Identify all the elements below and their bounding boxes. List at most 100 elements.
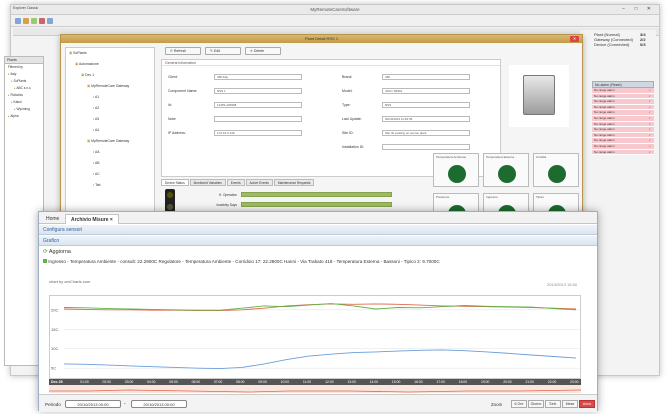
stop-icon[interactable] (39, 18, 45, 24)
x-tick-label: 01:00 (80, 379, 89, 384)
tree-item[interactable]: ▣ SoPlants (66, 48, 154, 59)
x-tick-label: 15:00 (391, 379, 401, 384)
tab-device[interactable]: Active Events (245, 179, 273, 186)
tree-item[interactable]: ▸ Wyoming (5, 106, 43, 113)
legend-swatch (43, 259, 47, 263)
x-tick-label: 12:00 (325, 379, 334, 384)
graph-section-bar[interactable]: Grafico (39, 236, 597, 246)
field-value[interactable]: ABI (382, 74, 470, 80)
gauge-title: Temperatura Ambiente (436, 155, 467, 159)
alarm-label: No range alarm (594, 121, 615, 126)
alarm-label: No range alarm (594, 104, 615, 109)
tree-item[interactable]: ▸ SoPlants (5, 78, 43, 85)
field-value[interactable] (214, 116, 302, 122)
field-value[interactable]: 30/10/2013 11:46:35 (382, 116, 470, 122)
tree-item[interactable]: • AA (66, 147, 154, 158)
tab-device[interactable]: Monitored Variables (189, 179, 226, 186)
tree-item[interactable]: • Tab (66, 180, 154, 191)
tree-item[interactable]: ▣ MyRemoteCare Gateway (66, 81, 154, 92)
field-value[interactable]: RSS 1 (214, 88, 302, 94)
tab-device[interactable]: Events (226, 179, 245, 186)
status-list: Plant (Normal) 3/4 Gateway (Connected) 2/2 D… (594, 32, 646, 47)
tree-item-label: AA (94, 150, 100, 154)
status-label: Device (Connected) (594, 42, 630, 47)
tree-item-label: Automazione (78, 62, 99, 66)
tree-item[interactable]: ▸ Italy (5, 71, 43, 78)
x-tick-label: 05:00 (169, 379, 178, 384)
refresh-icon[interactable] (31, 18, 37, 24)
tree-item[interactable]: • A2 (66, 103, 154, 114)
tree-item[interactable]: ▸ Kabul (5, 99, 43, 106)
tab-device[interactable]: Device Status (161, 179, 189, 186)
delete-label: Delete (253, 49, 265, 53)
tree-item[interactable]: ▸ ABC s.n.c. (5, 85, 43, 92)
field-value[interactable] (382, 144, 470, 150)
field-label: Brand: (342, 75, 353, 79)
menu-bar[interactable]: Explorer Classic (13, 6, 38, 10)
tree-item[interactable]: • A4 (66, 125, 154, 136)
tree-item[interactable]: ▣ Dev 1 (66, 70, 154, 81)
x-tick-label: 13:00 (347, 379, 356, 384)
zoom-button[interactable]: 6 Ore (511, 400, 527, 408)
tab-archive[interactable]: Archivio Misure × (65, 214, 119, 224)
alarms-header[interactable]: No alarm (Reset) (592, 81, 654, 88)
gauge: Temperatura Ambiente (433, 153, 479, 187)
tree-item[interactable]: ▣ MyRemoteCare Gateway (66, 136, 154, 147)
refresh-label: Refresh (173, 49, 187, 53)
tree-item[interactable]: • AC (66, 169, 154, 180)
alarm-row[interactable]: No range alarm ✓ (592, 149, 654, 156)
alarm-label: No range alarm (594, 127, 615, 132)
tree-item[interactable]: ▣ Automazione (66, 59, 154, 70)
alarm-label: No range alarm (594, 93, 615, 98)
field-value[interactable]: RSS (382, 102, 470, 108)
close-icon[interactable]: ✕ (570, 36, 579, 42)
tab-device[interactable]: Maintenance Requests (273, 179, 315, 186)
device-image (509, 65, 569, 127)
tree-item-label: SoPlants (73, 51, 87, 55)
tree-item[interactable]: • AB (66, 158, 154, 169)
folder-icon[interactable] (23, 18, 29, 24)
scrollbar-area[interactable] (49, 385, 582, 393)
tab-home[interactable]: Home (41, 214, 64, 224)
component-tree-items: ▣ SoPlants ▣ Automazione ▣ Dev 1 ▣ MyRemote… (66, 48, 154, 191)
configure-sensors-bar[interactable]: Configura sensori (39, 225, 597, 235)
field-value[interactable]: 172.16.0.149 (214, 130, 302, 136)
zoom-button[interactable]: Mese (562, 400, 578, 408)
x-tick-label: 16:00 (414, 379, 423, 384)
alarm-label: No range alarm (594, 132, 615, 137)
window-controls[interactable]: − □ ✕ (622, 6, 655, 12)
status-row: Device (Connected) 0/3 (594, 42, 646, 47)
tree-item[interactable]: ▸ Alpha (5, 113, 43, 120)
settings-icon[interactable] (47, 18, 53, 24)
edit-button[interactable]: ✎ Edit (205, 47, 241, 55)
field-value[interactable]: ABI Italy (214, 74, 302, 80)
tree-item[interactable]: ▸ Robotics (5, 92, 43, 99)
gauge-indicator (498, 165, 516, 183)
tree-item-label: A4 (94, 128, 100, 132)
update-button[interactable]: ⟳ Aggiorna (43, 249, 71, 255)
status-value: 0/3 (640, 42, 646, 47)
kpi-bar (241, 202, 393, 207)
date-from-field[interactable]: 20/10/2013 00:00 (65, 400, 121, 408)
tree-item-label: Italy (10, 72, 17, 76)
y-tick-label: 5C (51, 366, 56, 371)
configure-sensors-label: Configura sensori (43, 227, 83, 233)
tree-item[interactable]: • A3 (66, 114, 154, 125)
tree-item-label: Tab (95, 183, 101, 187)
date-to-field[interactable]: 20/10/2013 00:00 (131, 400, 187, 408)
delete-button[interactable]: ✕ Delete (245, 47, 281, 55)
chart-date-label: 2013/2013 15:30 (546, 282, 577, 287)
back-icon[interactable] (15, 18, 21, 24)
tree-item[interactable]: • A1 (66, 92, 154, 103)
window-title: MyRemoteCareSoftware (11, 5, 659, 15)
field-value[interactable]: 12469-426568 (214, 102, 302, 108)
field-value[interactable]: Site ID existing on source plant (382, 130, 470, 136)
chart-plot-area[interactable]: 20C 15C 10C 5C (49, 295, 582, 379)
kpi-label: Inactivity Days (216, 203, 237, 207)
zoom-button[interactable]: Giorno (528, 400, 544, 408)
legend-text: Ingresso - Temperatura Ambiente - consul… (48, 259, 440, 264)
field-value[interactable]: v604 / 83961 (382, 88, 470, 94)
refresh-button[interactable]: ⟳ Refresh (165, 47, 201, 55)
zoom-button[interactable]: Anno (579, 400, 595, 408)
zoom-button[interactable]: Sett. (545, 400, 561, 408)
